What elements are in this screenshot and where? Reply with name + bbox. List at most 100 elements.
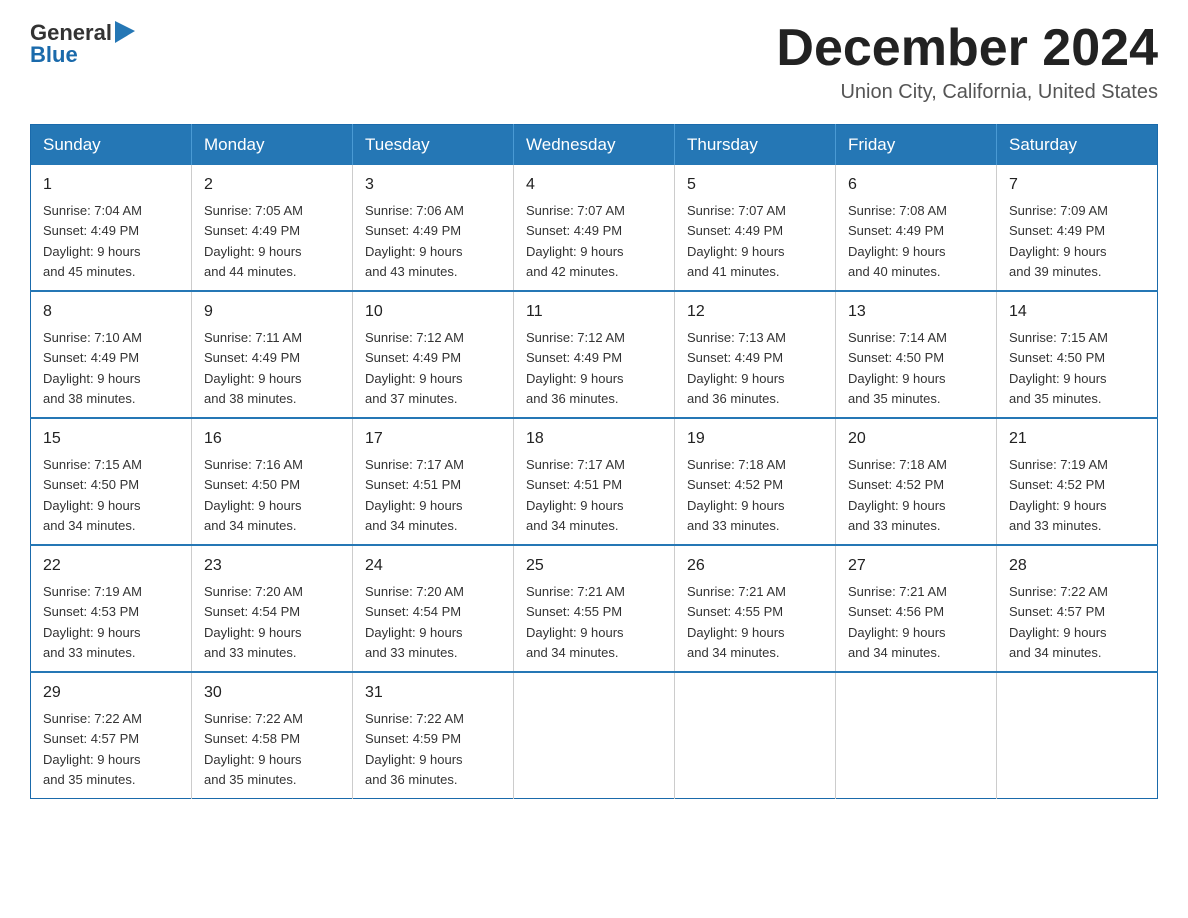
table-row: 20 Sunrise: 7:18 AMSunset: 4:52 PMDaylig… xyxy=(836,418,997,545)
day-info: Sunrise: 7:22 AMSunset: 4:59 PMDaylight:… xyxy=(365,711,464,787)
day-info: Sunrise: 7:19 AMSunset: 4:52 PMDaylight:… xyxy=(1009,457,1108,533)
day-info: Sunrise: 7:22 AMSunset: 4:57 PMDaylight:… xyxy=(43,711,142,787)
table-row xyxy=(675,672,836,799)
calendar-table: Sunday Monday Tuesday Wednesday Thursday… xyxy=(30,124,1158,799)
day-number: 29 xyxy=(43,681,179,705)
day-number: 19 xyxy=(687,427,823,451)
title-area: December 2024 Union City, California, Un… xyxy=(776,20,1158,104)
table-row: 28 Sunrise: 7:22 AMSunset: 4:57 PMDaylig… xyxy=(997,545,1158,672)
logo: General Blue xyxy=(30,20,135,68)
table-row xyxy=(997,672,1158,799)
week-row-5: 29 Sunrise: 7:22 AMSunset: 4:57 PMDaylig… xyxy=(31,672,1158,799)
table-row xyxy=(514,672,675,799)
table-row xyxy=(836,672,997,799)
header-monday: Monday xyxy=(192,125,353,166)
logo-triangle-icon xyxy=(115,21,135,43)
day-number: 25 xyxy=(526,554,662,578)
table-row: 17 Sunrise: 7:17 AMSunset: 4:51 PMDaylig… xyxy=(353,418,514,545)
day-number: 3 xyxy=(365,173,501,197)
day-info: Sunrise: 7:22 AMSunset: 4:58 PMDaylight:… xyxy=(204,711,303,787)
day-info: Sunrise: 7:20 AMSunset: 4:54 PMDaylight:… xyxy=(204,584,303,660)
day-info: Sunrise: 7:17 AMSunset: 4:51 PMDaylight:… xyxy=(526,457,625,533)
day-info: Sunrise: 7:08 AMSunset: 4:49 PMDaylight:… xyxy=(848,203,947,279)
day-number: 5 xyxy=(687,173,823,197)
day-number: 15 xyxy=(43,427,179,451)
day-info: Sunrise: 7:21 AMSunset: 4:55 PMDaylight:… xyxy=(526,584,625,660)
day-info: Sunrise: 7:14 AMSunset: 4:50 PMDaylight:… xyxy=(848,330,947,406)
day-info: Sunrise: 7:20 AMSunset: 4:54 PMDaylight:… xyxy=(365,584,464,660)
month-title: December 2024 xyxy=(776,20,1158,77)
day-number: 22 xyxy=(43,554,179,578)
day-number: 1 xyxy=(43,173,179,197)
table-row: 5 Sunrise: 7:07 AMSunset: 4:49 PMDayligh… xyxy=(675,165,836,291)
day-number: 7 xyxy=(1009,173,1145,197)
table-row: 8 Sunrise: 7:10 AMSunset: 4:49 PMDayligh… xyxy=(31,291,192,418)
day-number: 2 xyxy=(204,173,340,197)
table-row: 1 Sunrise: 7:04 AMSunset: 4:49 PMDayligh… xyxy=(31,165,192,291)
table-row: 10 Sunrise: 7:12 AMSunset: 4:49 PMDaylig… xyxy=(353,291,514,418)
day-info: Sunrise: 7:10 AMSunset: 4:49 PMDaylight:… xyxy=(43,330,142,406)
table-row: 13 Sunrise: 7:14 AMSunset: 4:50 PMDaylig… xyxy=(836,291,997,418)
table-row: 30 Sunrise: 7:22 AMSunset: 4:58 PMDaylig… xyxy=(192,672,353,799)
table-row: 19 Sunrise: 7:18 AMSunset: 4:52 PMDaylig… xyxy=(675,418,836,545)
day-info: Sunrise: 7:15 AMSunset: 4:50 PMDaylight:… xyxy=(43,457,142,533)
week-row-1: 1 Sunrise: 7:04 AMSunset: 4:49 PMDayligh… xyxy=(31,165,1158,291)
day-number: 24 xyxy=(365,554,501,578)
day-number: 27 xyxy=(848,554,984,578)
table-row: 9 Sunrise: 7:11 AMSunset: 4:49 PMDayligh… xyxy=(192,291,353,418)
location-title: Union City, California, United States xyxy=(776,81,1158,104)
day-info: Sunrise: 7:05 AMSunset: 4:49 PMDaylight:… xyxy=(204,203,303,279)
header-friday: Friday xyxy=(836,125,997,166)
day-info: Sunrise: 7:12 AMSunset: 4:49 PMDaylight:… xyxy=(365,330,464,406)
table-row: 21 Sunrise: 7:19 AMSunset: 4:52 PMDaylig… xyxy=(997,418,1158,545)
day-info: Sunrise: 7:22 AMSunset: 4:57 PMDaylight:… xyxy=(1009,584,1108,660)
week-row-4: 22 Sunrise: 7:19 AMSunset: 4:53 PMDaylig… xyxy=(31,545,1158,672)
day-number: 28 xyxy=(1009,554,1145,578)
day-info: Sunrise: 7:21 AMSunset: 4:55 PMDaylight:… xyxy=(687,584,786,660)
day-number: 30 xyxy=(204,681,340,705)
day-info: Sunrise: 7:07 AMSunset: 4:49 PMDaylight:… xyxy=(687,203,786,279)
day-number: 11 xyxy=(526,300,662,324)
day-info: Sunrise: 7:19 AMSunset: 4:53 PMDaylight:… xyxy=(43,584,142,660)
day-info: Sunrise: 7:16 AMSunset: 4:50 PMDaylight:… xyxy=(204,457,303,533)
day-number: 18 xyxy=(526,427,662,451)
day-info: Sunrise: 7:18 AMSunset: 4:52 PMDaylight:… xyxy=(848,457,947,533)
day-number: 9 xyxy=(204,300,340,324)
day-info: Sunrise: 7:12 AMSunset: 4:49 PMDaylight:… xyxy=(526,330,625,406)
table-row: 25 Sunrise: 7:21 AMSunset: 4:55 PMDaylig… xyxy=(514,545,675,672)
header-thursday: Thursday xyxy=(675,125,836,166)
day-number: 14 xyxy=(1009,300,1145,324)
table-row: 23 Sunrise: 7:20 AMSunset: 4:54 PMDaylig… xyxy=(192,545,353,672)
weekday-header-row: Sunday Monday Tuesday Wednesday Thursday… xyxy=(31,125,1158,166)
week-row-3: 15 Sunrise: 7:15 AMSunset: 4:50 PMDaylig… xyxy=(31,418,1158,545)
table-row: 22 Sunrise: 7:19 AMSunset: 4:53 PMDaylig… xyxy=(31,545,192,672)
day-info: Sunrise: 7:13 AMSunset: 4:49 PMDaylight:… xyxy=(687,330,786,406)
day-number: 17 xyxy=(365,427,501,451)
day-number: 26 xyxy=(687,554,823,578)
table-row: 2 Sunrise: 7:05 AMSunset: 4:49 PMDayligh… xyxy=(192,165,353,291)
table-row: 6 Sunrise: 7:08 AMSunset: 4:49 PMDayligh… xyxy=(836,165,997,291)
day-number: 16 xyxy=(204,427,340,451)
table-row: 15 Sunrise: 7:15 AMSunset: 4:50 PMDaylig… xyxy=(31,418,192,545)
table-row: 29 Sunrise: 7:22 AMSunset: 4:57 PMDaylig… xyxy=(31,672,192,799)
logo-blue-text: Blue xyxy=(30,42,78,68)
day-number: 13 xyxy=(848,300,984,324)
header: General Blue December 2024 Union City, C… xyxy=(30,20,1158,104)
day-number: 31 xyxy=(365,681,501,705)
header-tuesday: Tuesday xyxy=(353,125,514,166)
day-info: Sunrise: 7:06 AMSunset: 4:49 PMDaylight:… xyxy=(365,203,464,279)
day-info: Sunrise: 7:17 AMSunset: 4:51 PMDaylight:… xyxy=(365,457,464,533)
table-row: 11 Sunrise: 7:12 AMSunset: 4:49 PMDaylig… xyxy=(514,291,675,418)
day-info: Sunrise: 7:21 AMSunset: 4:56 PMDaylight:… xyxy=(848,584,947,660)
table-row: 24 Sunrise: 7:20 AMSunset: 4:54 PMDaylig… xyxy=(353,545,514,672)
day-number: 10 xyxy=(365,300,501,324)
table-row: 27 Sunrise: 7:21 AMSunset: 4:56 PMDaylig… xyxy=(836,545,997,672)
day-info: Sunrise: 7:15 AMSunset: 4:50 PMDaylight:… xyxy=(1009,330,1108,406)
table-row: 12 Sunrise: 7:13 AMSunset: 4:49 PMDaylig… xyxy=(675,291,836,418)
table-row: 4 Sunrise: 7:07 AMSunset: 4:49 PMDayligh… xyxy=(514,165,675,291)
day-number: 6 xyxy=(848,173,984,197)
header-wednesday: Wednesday xyxy=(514,125,675,166)
table-row: 31 Sunrise: 7:22 AMSunset: 4:59 PMDaylig… xyxy=(353,672,514,799)
day-number: 12 xyxy=(687,300,823,324)
day-info: Sunrise: 7:04 AMSunset: 4:49 PMDaylight:… xyxy=(43,203,142,279)
